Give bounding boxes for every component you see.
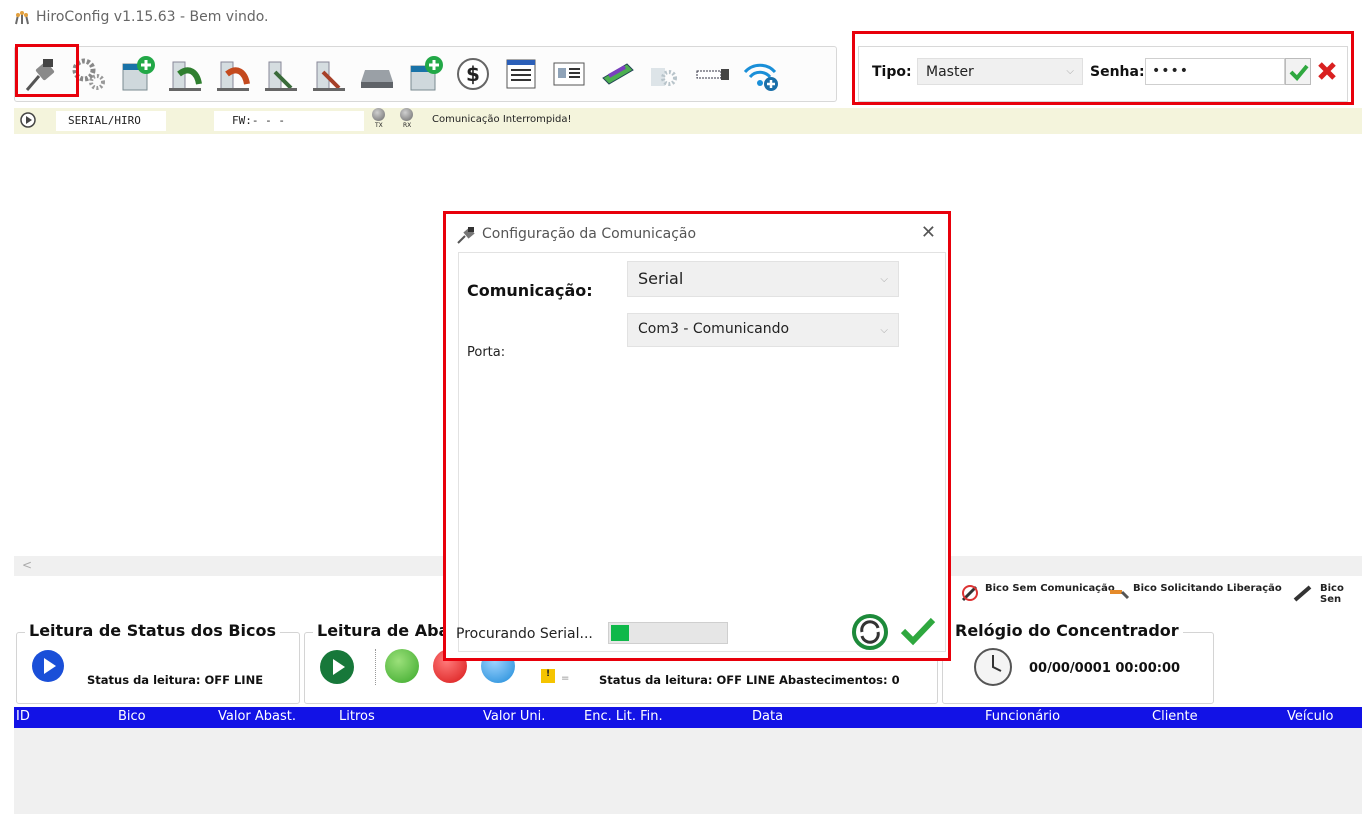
play-blue-icon[interactable] [31, 649, 65, 683]
senha-input[interactable]: •••• [1145, 58, 1285, 85]
window-title: HiroConfig v1.15.63 - Bem vindo. [36, 9, 269, 25]
dialog-title: Configuração da Comunicação [482, 226, 697, 242]
nozzle-request-icon [1110, 590, 1130, 600]
abastecimentos-title: Leitura de Aba [313, 621, 454, 640]
abastecimentos-status: Status da leitura: OFF LINE [599, 673, 776, 687]
nozzle-no-comm-icon [961, 585, 978, 602]
memory-module-icon[interactable] [595, 51, 639, 97]
tick-mark: = [561, 673, 570, 684]
comunicacao-select[interactable]: Serial ⌵ [627, 261, 899, 297]
relogio-datetime: 00/00/0001 00:00:00 [1029, 661, 1181, 676]
add-card-icon[interactable] [403, 51, 447, 97]
warning-mark: ! [545, 669, 551, 679]
col-litros[interactable]: Litros [339, 709, 375, 724]
col-cliente[interactable]: Cliente [1152, 709, 1198, 724]
fw-label: FW:- - - [232, 114, 285, 127]
tipo-value: Master [926, 64, 974, 80]
comunicacao-label: Comunicação: [467, 281, 593, 300]
add-device-icon[interactable] [115, 51, 159, 97]
nozzle-config-icon[interactable] [163, 51, 207, 97]
comunicacao-value: Serial [638, 269, 684, 288]
confirm-check-icon[interactable] [900, 616, 936, 646]
connection-status-message: Comunicação Interrompida! [432, 114, 572, 125]
tx-led-icon [372, 108, 385, 121]
play-circle-icon[interactable] [20, 112, 36, 128]
price-dollar-icon[interactable]: $ [451, 51, 495, 97]
legend-sem: Bico Sen [1320, 583, 1344, 605]
col-valor-abast[interactable]: Valor Abast. [218, 709, 296, 724]
wifi-add-icon[interactable] [739, 51, 783, 97]
legend-solicitando: Bico Solicitando Liberação [1133, 583, 1282, 594]
refresh-icon[interactable] [852, 614, 888, 650]
highlight-communication-button [15, 44, 79, 97]
status-bicos-title: Leitura de Status dos Bicos [25, 621, 281, 640]
close-icon[interactable]: ✕ [921, 222, 936, 243]
cancel-login-button[interactable] [1316, 60, 1340, 84]
confirm-login-button[interactable] [1285, 58, 1311, 85]
col-id[interactable]: ID [16, 709, 30, 724]
tx-indicator: TX [372, 108, 386, 134]
porta-value: Com3 - Comunicando [638, 321, 790, 337]
chevron-down-icon: ⌵ [880, 274, 888, 285]
dialog-content: Comunicação: Serial ⌵ Porta: Com3 - Comu… [458, 252, 946, 652]
chevron-down-icon: ⌵ [880, 325, 888, 336]
col-valor-uni[interactable]: Valor Uni. [483, 709, 545, 724]
senha-label: Senha: [1090, 64, 1145, 80]
col-data[interactable]: Data [752, 709, 783, 724]
tipo-label: Tipo: [872, 64, 912, 80]
svg-text:$: $ [466, 62, 480, 86]
tx-label: TX [375, 122, 383, 129]
printer-icon[interactable] [355, 51, 399, 97]
fw-field: FW:- - - [214, 111, 364, 131]
check-icon [1289, 64, 1309, 81]
disabled-gear-icon[interactable] [643, 51, 687, 97]
chevron-down-icon: ⌵ [1066, 66, 1074, 77]
table-body [14, 728, 1362, 814]
status-strip: SERIAL/HIRO FW:- - - TX RX Comunicação I… [14, 108, 1362, 134]
play-green-icon[interactable] [319, 649, 355, 685]
main-toolbar: $ [14, 46, 837, 102]
tipo-select[interactable]: Master ⌵ [917, 58, 1083, 85]
nozzle-gray-icon[interactable] [307, 51, 351, 97]
plug-icon [457, 227, 475, 244]
col-bico[interactable]: Bico [118, 709, 146, 724]
search-progress-bar [608, 622, 728, 644]
senha-value: •••• [1152, 63, 1190, 79]
rx-led-icon [400, 108, 413, 121]
cable-icon[interactable] [691, 51, 735, 97]
status-green-light-icon [385, 649, 419, 683]
scroll-left-icon[interactable]: < [22, 558, 32, 572]
status-bicos-group: Leitura de Status dos Bicos Status da le… [16, 621, 300, 704]
nozzle-down-icon[interactable] [259, 51, 303, 97]
close-red-icon [1318, 62, 1336, 80]
col-veiculo[interactable]: Veículo [1287, 709, 1333, 724]
clock-icon [974, 648, 1012, 686]
progress-fill [611, 625, 629, 641]
relogio-title: Relógio do Concentrador [951, 621, 1183, 640]
nozzle-icon [1293, 585, 1312, 602]
porta-select[interactable]: Com3 - Comunicando ⌵ [627, 313, 899, 347]
rx-label: RX [403, 122, 412, 129]
id-card-icon[interactable] [547, 51, 591, 97]
warning-icon: ! [541, 669, 555, 683]
relogio-group: Relógio do Concentrador 00/00/0001 00:00… [942, 621, 1214, 704]
app-logo-icon [15, 11, 29, 25]
porta-label: Porta: [467, 345, 506, 360]
col-funcionario[interactable]: Funcionário [985, 709, 1060, 724]
rx-indicator: RX [400, 108, 414, 134]
col-enc-lit-fin[interactable]: Enc. Lit. Fin. [584, 709, 663, 724]
port-field: SERIAL/HIRO [56, 111, 166, 131]
document-list-icon[interactable] [499, 51, 543, 97]
status-bicos-status: Status da leitura: OFF LINE [87, 673, 264, 687]
separator [375, 649, 376, 685]
nozzle-red-icon[interactable] [211, 51, 255, 97]
communication-config-dialog: Configuração da Comunicação ✕ Comunicaçã… [443, 211, 951, 661]
progress-label: Procurando Serial... [456, 626, 593, 642]
table-header: ID Bico Valor Abast. Litros Valor Uni. E… [14, 707, 1362, 728]
abastecimentos-count: Abastecimentos: 0 [779, 673, 900, 687]
legend-sem-comunicacao: Bico Sem Comunicação [985, 583, 1115, 594]
port-label: SERIAL/HIRO [68, 114, 141, 127]
